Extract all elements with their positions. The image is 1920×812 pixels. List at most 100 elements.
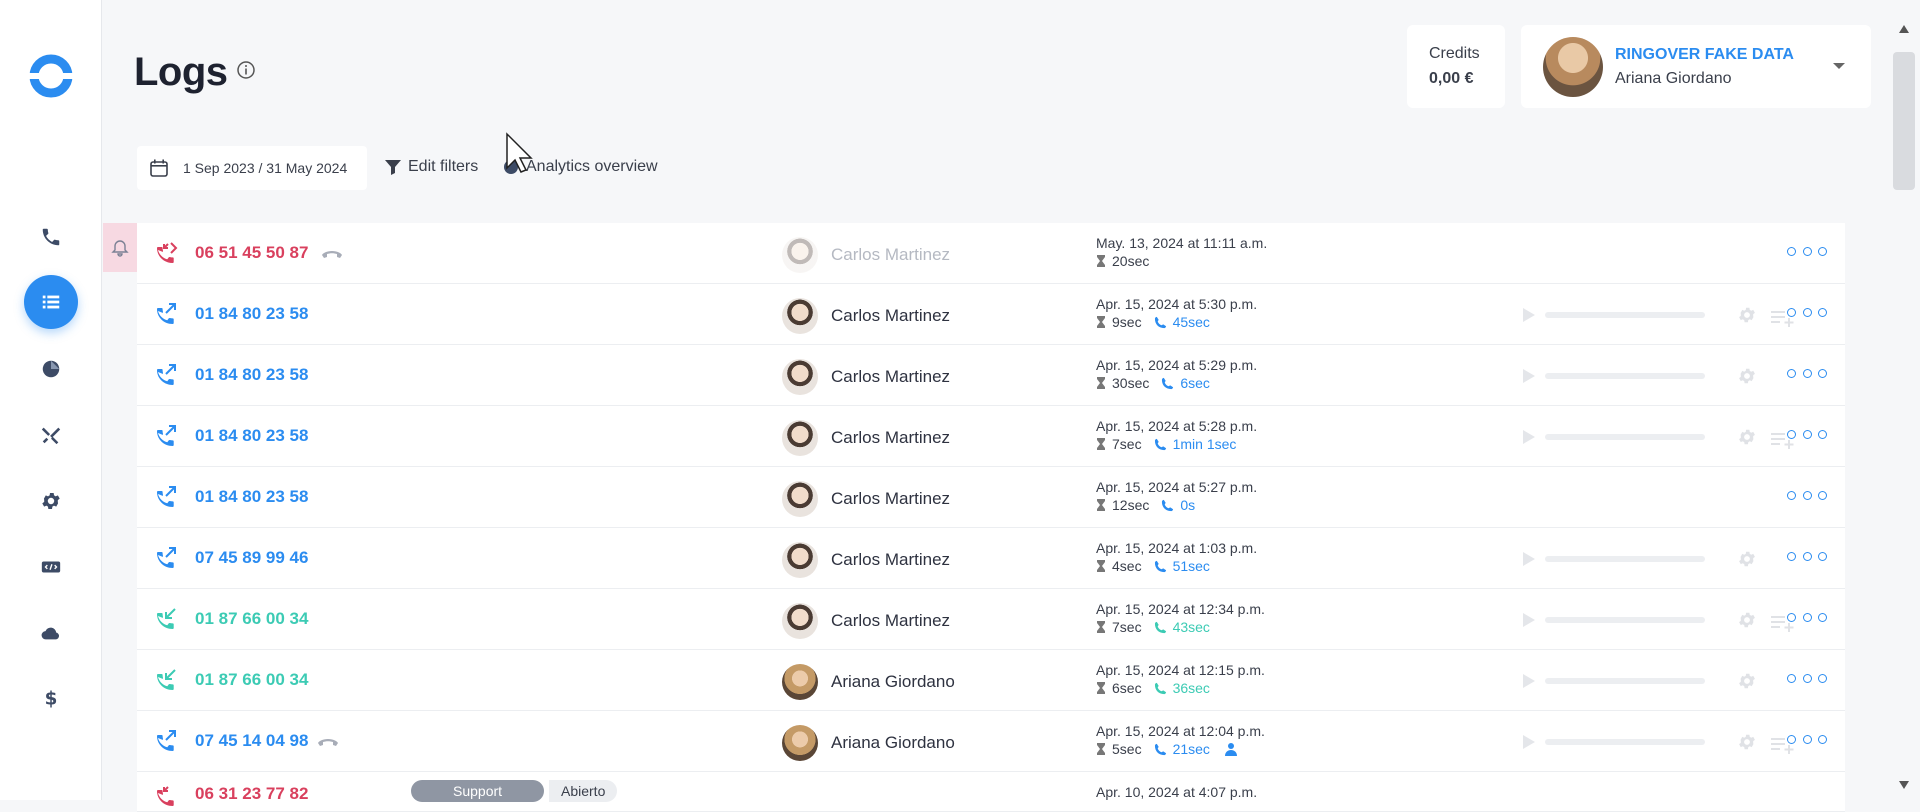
phone-icon xyxy=(1154,316,1166,328)
table-row[interactable]: 01 87 66 00 34 Carlos Martinez Apr. 15, … xyxy=(137,589,1845,650)
sidebar-item-settings[interactable] xyxy=(24,474,78,528)
play-icon[interactable] xyxy=(1523,552,1535,566)
phone-number[interactable]: 01 84 80 23 58 xyxy=(195,487,308,507)
table-row[interactable]: 01 84 80 23 58 Carlos Martinez Apr. 15, … xyxy=(137,467,1845,528)
play-icon[interactable] xyxy=(1523,613,1535,627)
audio-progress[interactable] xyxy=(1545,739,1705,745)
account-user: Ariana Giordano xyxy=(1615,70,1732,87)
sidebar-item-logs[interactable] xyxy=(24,275,78,329)
sidebar-item-api[interactable] xyxy=(24,540,78,594)
hourglass-icon xyxy=(1097,255,1105,267)
audio-player[interactable] xyxy=(1523,430,1723,444)
phone-number[interactable]: 01 84 80 23 58 xyxy=(195,365,308,385)
play-icon[interactable] xyxy=(1523,430,1535,444)
more-options-button[interactable] xyxy=(1787,552,1827,564)
hourglass-icon xyxy=(1097,438,1105,450)
user-icon xyxy=(1224,743,1237,756)
more-options-button[interactable] xyxy=(1787,674,1827,686)
gear-icon[interactable] xyxy=(1737,610,1757,630)
audio-progress[interactable] xyxy=(1545,434,1705,440)
sidebar-item-calls[interactable] xyxy=(24,210,78,264)
tag-badge[interactable]: Support xyxy=(411,780,545,802)
sidebar-item-billing[interactable]: $ xyxy=(24,671,78,725)
notification-strip[interactable] xyxy=(103,223,137,272)
gear-icon[interactable] xyxy=(1737,427,1757,447)
play-icon[interactable] xyxy=(1523,308,1535,322)
filter-icon xyxy=(385,160,401,175)
more-options-button[interactable] xyxy=(1787,308,1827,320)
table-row[interactable]: 07 45 14 04 98 Ariana Giordano Apr. 15, … xyxy=(137,711,1845,772)
more-options-button[interactable] xyxy=(1787,491,1827,503)
scrollbar-thumb[interactable] xyxy=(1893,52,1915,190)
gear-icon[interactable] xyxy=(1737,305,1757,325)
play-icon[interactable] xyxy=(1523,674,1535,688)
audio-progress[interactable] xyxy=(1545,373,1705,379)
dollar-icon: $ xyxy=(45,688,58,709)
agent-name: Carlos Martinez xyxy=(831,611,951,630)
more-options-button[interactable] xyxy=(1787,613,1827,625)
audio-player[interactable] xyxy=(1523,674,1723,688)
info-icon[interactable] xyxy=(236,60,256,80)
credits-value: 0,00 € xyxy=(1429,70,1474,87)
call-date: Apr. 15, 2024 at 12:04 p.m. xyxy=(1096,723,1265,739)
ring-duration: 30sec xyxy=(1112,375,1150,391)
ringover-logo[interactable] xyxy=(28,53,74,99)
phone-number[interactable]: 01 87 66 00 34 xyxy=(195,670,308,690)
date-range-picker[interactable]: 1 Sep 2023 / 31 May 2024 xyxy=(137,146,367,190)
gear-icon[interactable] xyxy=(1737,671,1757,691)
analytics-icon xyxy=(42,360,60,378)
account-switcher[interactable]: RINGOVER FAKE DATA Ariana Giordano xyxy=(1521,25,1871,108)
audio-player[interactable] xyxy=(1523,552,1723,566)
play-icon[interactable] xyxy=(1523,735,1535,749)
phone-number[interactable]: 06 51 45 50 87 xyxy=(195,243,308,263)
gear-icon[interactable] xyxy=(1737,549,1757,569)
audio-player[interactable] xyxy=(1523,308,1723,322)
more-options-button[interactable] xyxy=(1787,247,1827,259)
audio-player[interactable] xyxy=(1523,613,1723,627)
call-date: Apr. 15, 2024 at 5:28 p.m. xyxy=(1096,418,1258,434)
audio-progress[interactable] xyxy=(1545,556,1705,562)
more-options-button[interactable] xyxy=(1787,430,1827,442)
tools-icon xyxy=(41,427,61,445)
ring-duration: 7sec xyxy=(1112,619,1142,635)
avatar xyxy=(782,359,818,395)
table-row[interactable]: 06 51 45 50 87 Carlos Martinez May. 13, … xyxy=(103,223,1845,284)
call-date: Apr. 15, 2024 at 12:15 p.m. xyxy=(1096,662,1265,678)
table-row[interactable]: 01 84 80 23 58 Carlos Martinez Apr. 15, … xyxy=(137,406,1845,467)
phone-number[interactable]: 01 87 66 00 34 xyxy=(195,609,308,629)
phone-icon xyxy=(1154,682,1166,694)
phone-number[interactable]: 01 84 80 23 58 xyxy=(195,304,308,324)
table-row[interactable]: 01 84 80 23 58 Carlos Martinez Apr. 15, … xyxy=(137,345,1845,406)
audio-player[interactable] xyxy=(1523,735,1723,749)
audio-player[interactable] xyxy=(1523,369,1723,383)
audio-progress[interactable] xyxy=(1545,678,1705,684)
table-row[interactable]: 06 31 23 77 82 Support Abierto Apr. 10, … xyxy=(137,772,1845,812)
scroll-down-icon[interactable] xyxy=(1898,780,1910,790)
agent-name: Carlos Martinez xyxy=(831,550,951,569)
edit-filters-button[interactable]: Edit filters xyxy=(384,158,478,176)
call-logs-list: 06 51 45 50 87 Carlos Martinez May. 13, … xyxy=(103,223,1845,812)
phone-number[interactable]: 06 31 23 77 82 xyxy=(195,784,308,804)
sidebar-item-analytics[interactable] xyxy=(24,342,78,396)
sidebar: $ xyxy=(0,0,102,800)
table-row[interactable]: 01 84 80 23 58 Carlos Martinez Apr. 15, … xyxy=(137,284,1845,345)
mouse-cursor-icon xyxy=(506,132,533,173)
phone-number[interactable]: 01 84 80 23 58 xyxy=(195,426,308,446)
more-options-button[interactable] xyxy=(1787,369,1827,381)
phone-number[interactable]: 07 45 14 04 98 xyxy=(195,731,308,751)
gear-icon[interactable] xyxy=(1737,732,1757,752)
sidebar-item-tools[interactable] xyxy=(24,408,78,462)
more-options-button[interactable] xyxy=(1787,735,1827,747)
audio-progress[interactable] xyxy=(1545,312,1705,318)
chevron-down-icon[interactable] xyxy=(1832,61,1846,71)
gear-icon[interactable] xyxy=(1737,366,1757,386)
agent-name: Carlos Martinez xyxy=(831,306,951,325)
avatar xyxy=(782,298,818,334)
table-row[interactable]: 07 45 89 99 46 Carlos Martinez Apr. 15, … xyxy=(137,528,1845,589)
scroll-up-icon[interactable] xyxy=(1898,24,1910,34)
phone-number[interactable]: 07 45 89 99 46 xyxy=(195,548,308,568)
sidebar-item-cloud[interactable] xyxy=(24,606,78,660)
audio-progress[interactable] xyxy=(1545,617,1705,623)
play-icon[interactable] xyxy=(1523,369,1535,383)
table-row[interactable]: 01 87 66 00 34 Ariana Giordano Apr. 15, … xyxy=(137,650,1845,711)
